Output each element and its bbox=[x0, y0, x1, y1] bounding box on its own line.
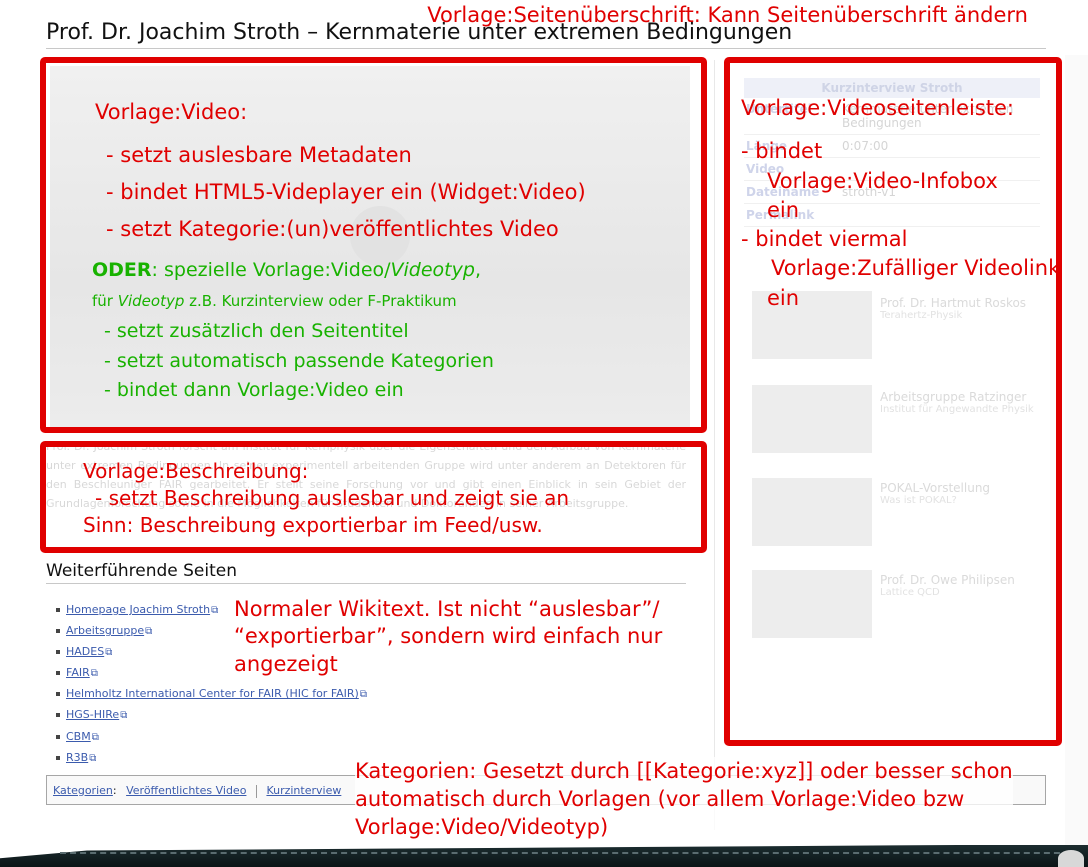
external-link[interactable]: Helmholtz International Center for FAIR … bbox=[66, 687, 359, 700]
annotation-wikitext: Normaler Wikitext. Ist nicht “auslesbar”… bbox=[234, 596, 662, 678]
external-link-icon: ⧉ bbox=[89, 752, 97, 764]
bullet-icon bbox=[56, 671, 60, 676]
annotation-video-item: - setzt auslesbare Metadaten bbox=[106, 143, 412, 167]
external-link-icon: ⧉ bbox=[105, 647, 113, 659]
annotation-sidebar-spacer bbox=[741, 123, 1060, 137]
annotation-fuer-end: z.B. Kurzinterview oder F-Praktikum bbox=[184, 292, 457, 310]
annotation-fuer-italic: Videotyp bbox=[117, 292, 185, 310]
external-link-icon: ⧉ bbox=[359, 689, 367, 701]
bullet-icon bbox=[56, 650, 60, 655]
annotation-video-heading: Vorlage:Video: bbox=[95, 100, 248, 124]
annotation-sidebar-line: Vorlage:Video-Infobox bbox=[767, 168, 998, 193]
annotation-categories: Kategorien: Gesetzt durch [[Kategorie:xy… bbox=[355, 757, 1013, 841]
bullet-icon bbox=[56, 692, 60, 697]
annotation-green-item: - setzt automatisch passende Kategorien bbox=[104, 349, 494, 372]
external-link[interactable]: HADES bbox=[66, 645, 104, 658]
annotation-sidebar-line: - bindet bbox=[741, 139, 823, 164]
bullet-icon bbox=[56, 734, 60, 739]
annotation-video-list: - setzt auslesbare Metadaten - bindet HT… bbox=[106, 137, 586, 248]
corner-logo-icon bbox=[1058, 850, 1084, 867]
external-link[interactable]: R3B bbox=[66, 751, 88, 764]
annotation-categories-line: automatisch durch Vorlagen (vor allem Vo… bbox=[355, 787, 965, 811]
annotation-green-item: - bindet dann Vorlage:Video ein bbox=[104, 379, 404, 401]
external-link[interactable]: FAIR bbox=[66, 666, 90, 679]
annotation-wikitext-line: “exportierbar”, sondern wird einfach nur bbox=[234, 624, 663, 649]
annotation-fuer-line: für Videotyp z.B. Kurzinterview oder F-P… bbox=[92, 292, 457, 310]
list-item: R3B⧉ bbox=[56, 748, 367, 769]
category-link[interactable]: Veröffentlichtes Video bbox=[126, 784, 246, 797]
annotation-description-line: Vorlage:Beschreibung: bbox=[83, 459, 309, 483]
external-link[interactable]: HGS-HIRe bbox=[66, 708, 119, 721]
annotation-sidebar-line: Vorlage:Videoseitenleiste: bbox=[741, 96, 1014, 120]
bullet-icon bbox=[56, 629, 60, 634]
categories-colon: : bbox=[112, 784, 117, 797]
category-separator bbox=[255, 784, 257, 798]
annotation-oder-text: : spezielle Vorlage:Video/ bbox=[151, 259, 391, 281]
annotation-green-list: - setzt zusätzlich den Seitentitel - set… bbox=[104, 317, 494, 406]
annotation-wikitext-line: Normaler Wikitext. Ist nicht “auslesbar”… bbox=[234, 597, 660, 621]
further-pages-heading: Weiterführende Seiten bbox=[46, 561, 686, 584]
column-divider bbox=[714, 60, 715, 830]
list-item: Helmholtz International Center for FAIR … bbox=[56, 684, 367, 705]
annotation-fuer-text: für bbox=[92, 292, 118, 310]
categories-link[interactable]: Kategorien bbox=[53, 784, 113, 797]
annotation-oder-line: ODER: spezielle Vorlage:Video/Videotyp, bbox=[92, 259, 481, 281]
annotation-sidebar-line: - bindet viermal bbox=[741, 227, 908, 252]
list-item: HGS-HIRe⧉ bbox=[56, 705, 367, 726]
external-link-icon: ⧉ bbox=[211, 605, 219, 616]
annotation-description-line: Sinn: Beschreibung exportierbar im Feed/… bbox=[83, 513, 543, 537]
annotation-wikitext-line: angezeigt bbox=[234, 651, 338, 676]
bottom-decoration bbox=[0, 845, 1088, 867]
annotation-oder-end: , bbox=[474, 259, 481, 281]
page-edge bbox=[1065, 55, 1088, 845]
annotation-page-title-template: Vorlage:Seitenüberschrift: Kann Seitenüb… bbox=[427, 3, 1028, 27]
list-item: CBM⧉ bbox=[56, 727, 367, 748]
annotation-sidebar-line: ein bbox=[767, 285, 800, 310]
external-link-icon: ⧉ bbox=[91, 731, 99, 743]
bullet-icon bbox=[56, 755, 60, 760]
annotation-description: Vorlage:Beschreibung: - setzt Beschreibu… bbox=[83, 458, 569, 539]
annotation-oder-bold: ODER bbox=[92, 259, 152, 281]
annotation-sidebar-line: Vorlage:Zufälliger Videolink bbox=[771, 256, 1061, 281]
annotation-categories-line: Kategorien: Gesetzt durch [[Kategorie:xy… bbox=[355, 759, 1013, 783]
annotation-video-item: - setzt Kategorie:(un)veröffentlichtes V… bbox=[106, 217, 559, 241]
external-link-icon: ⧉ bbox=[90, 668, 98, 680]
annotation-sidebar: Vorlage:Videoseitenleiste: - bindet Vorl… bbox=[741, 94, 1060, 313]
external-link[interactable]: Arbeitsgruppe bbox=[66, 624, 144, 637]
bottom-stitch-decoration bbox=[60, 852, 1080, 854]
external-link-icon: ⧉ bbox=[145, 626, 153, 638]
annotation-categories-line: Vorlage:Video/Videotyp) bbox=[355, 815, 609, 839]
external-link-icon: ⧉ bbox=[120, 710, 128, 722]
category-link[interactable]: Kurzinterview bbox=[266, 784, 341, 797]
external-link[interactable]: Homepage Joachim Stroth bbox=[66, 603, 210, 616]
annotation-video-item: - bindet HTML5-Videplayer ein (Widget:Vi… bbox=[106, 180, 586, 204]
external-link[interactable]: CBM bbox=[66, 730, 91, 743]
bullet-icon bbox=[56, 713, 60, 718]
annotation-green-item: - setzt zusätzlich den Seitentitel bbox=[104, 320, 409, 342]
annotation-description-line: - setzt Beschreibung auslesbar und zeigt… bbox=[95, 486, 570, 510]
annotation-oder-italic: Videotyp bbox=[390, 259, 475, 281]
bullet-icon bbox=[56, 608, 60, 612]
annotation-sidebar-line: ein bbox=[767, 197, 800, 222]
